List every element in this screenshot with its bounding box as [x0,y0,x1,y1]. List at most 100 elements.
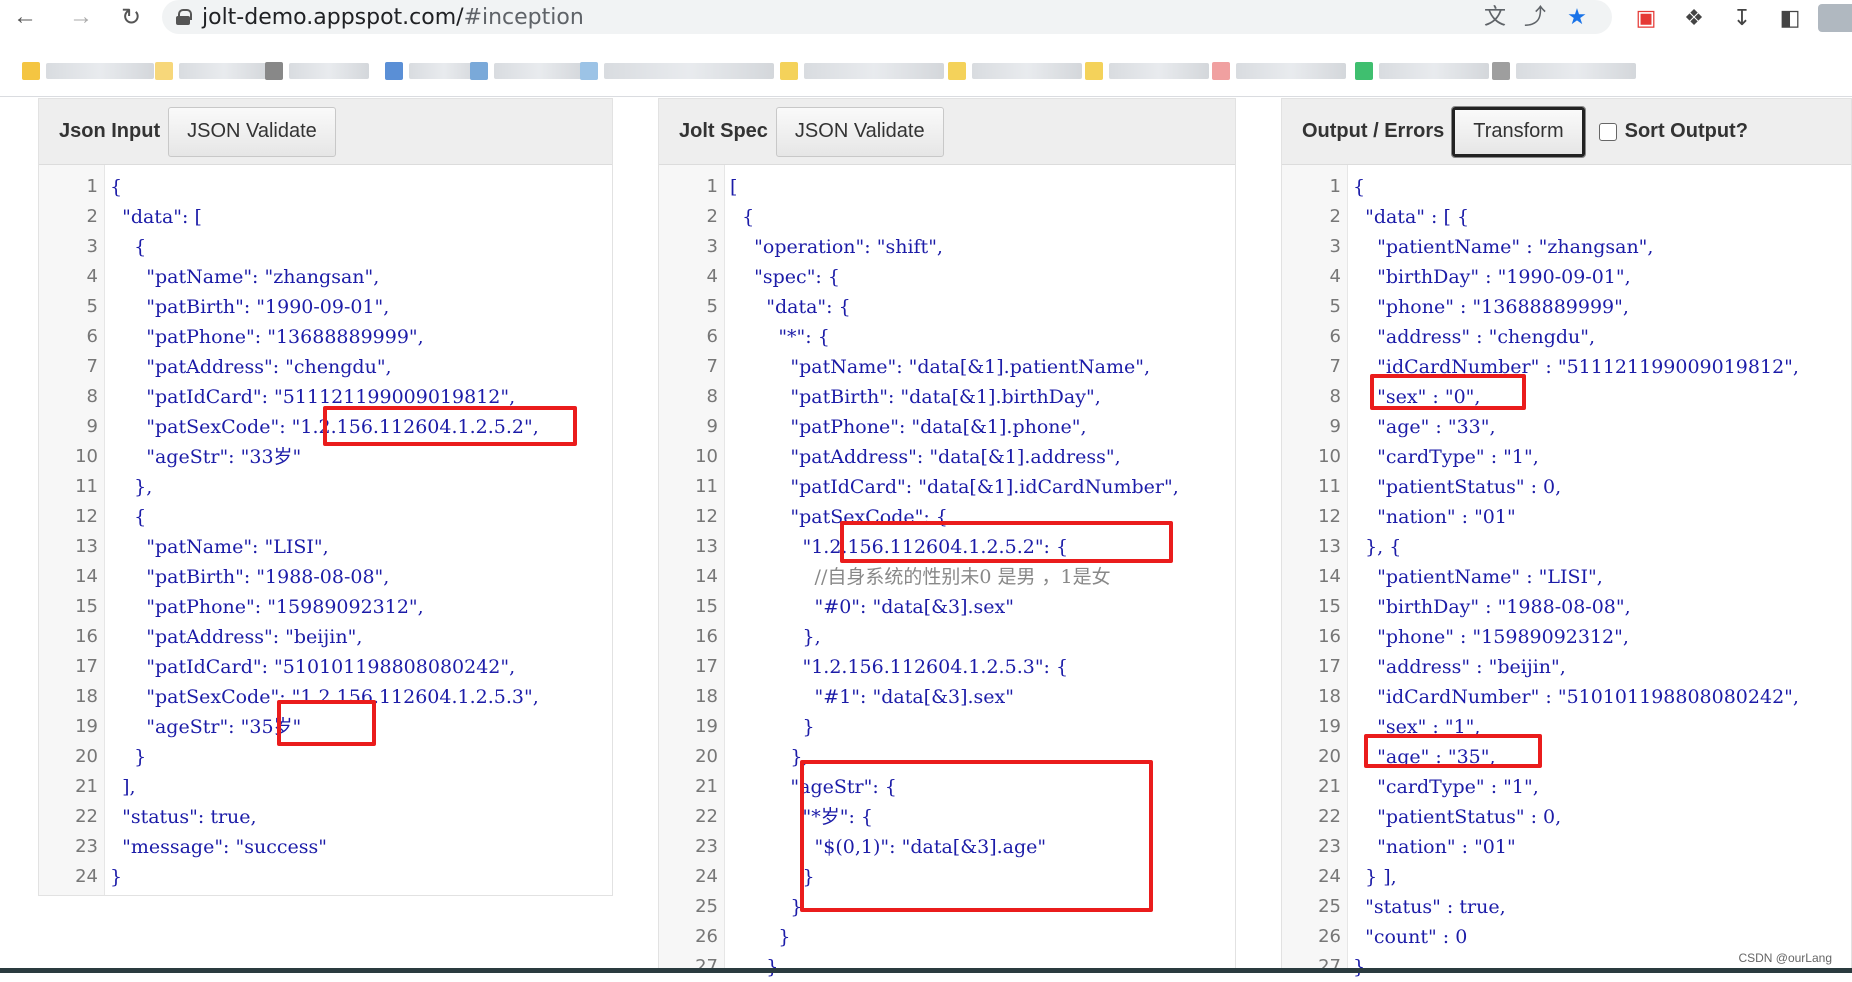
code-line: 2 "data": [ [38,202,613,232]
code-line: 15 "#0": "data[&3].sex" [658,592,1236,622]
code-text: "count" : 0 [1353,922,1467,952]
line-number: 25 [658,892,718,922]
code-text: } [730,952,778,982]
code-line: 20 } [38,742,613,772]
line-number: 10 [1281,442,1341,472]
line-number: 20 [1281,742,1341,772]
code-line: 12 { [38,502,613,532]
line-number: 14 [1281,562,1341,592]
code-text: [ [730,172,737,202]
json-validate-button[interactable]: JSON Validate [168,107,336,157]
code-text: "address" : "chengdu", [1353,322,1595,352]
code-text: //自身系统的性别未0 是男 ，1是女 [730,562,1111,592]
code-text: "data" : [ { [1353,202,1469,232]
code-text: "nation" : "01" [1353,502,1516,532]
bookmark-item[interactable] [780,61,944,81]
bookmark-item[interactable] [1085,61,1209,81]
code-line: 3 "patientName" : "zhangsan", [1281,232,1852,262]
download-icon[interactable]: ↧ [1728,4,1756,32]
bookmark-item[interactable] [1355,61,1489,81]
code-text: } [1353,952,1365,982]
share-icon[interactable]: ⤴ [1522,5,1548,29]
line-number: 4 [658,262,718,292]
profile-avatar[interactable] [1818,4,1852,32]
bookmark-star-icon[interactable]: ★ [1564,5,1590,29]
line-number: 3 [658,232,718,262]
line-number: 20 [38,742,98,772]
puzzle-icon[interactable]: ❖ [1680,4,1708,32]
line-number: 18 [38,682,98,712]
line-number: 9 [38,412,98,442]
site-icon [1355,62,1373,80]
line-number: 19 [38,712,98,742]
line-number: 24 [38,862,98,892]
line-number: 17 [658,652,718,682]
line-number: 17 [38,652,98,682]
bookmark-item[interactable] [1492,61,1636,81]
bookmark-item[interactable] [580,61,774,81]
line-number: 8 [38,382,98,412]
code-text: { [110,232,146,262]
bookmark-item[interactable] [385,61,479,81]
address-bar[interactable]: jolt-demo.appspot.com/#inception 文 ⤴ ★ [162,0,1612,34]
code-line: 7 "patName": "data[&1].patientName", [658,352,1236,382]
line-number: 21 [1281,772,1341,802]
translate-icon[interactable]: 文 [1482,5,1508,29]
code-text: "patientName" : "LISI", [1353,562,1603,592]
line-number: 2 [1281,202,1341,232]
code-line: 27 } [658,952,1236,982]
code-text: ], [110,772,136,802]
code-text: "ageStr": "35岁" [110,712,301,742]
code-line: 11 }, [38,472,613,502]
line-number: 12 [38,502,98,532]
bookmark-item[interactable] [1212,61,1346,81]
line-number: 6 [1281,322,1341,352]
line-number: 10 [658,442,718,472]
code-text: "patBirth": "1990-09-01", [110,292,389,322]
code-line: 2 "data" : [ { [1281,202,1852,232]
bookmark-item[interactable] [265,61,369,81]
highlight-box [1370,374,1526,410]
line-number: 23 [1281,832,1341,862]
line-number: 12 [658,502,718,532]
code-line: 18 "#1": "data[&3].sex" [658,682,1236,712]
code-text: } [110,862,122,892]
code-line: 2 { [658,202,1236,232]
line-number: 18 [1281,682,1341,712]
transform-button[interactable]: Transform [1452,107,1584,157]
folder-icon [155,62,173,80]
line-number: 13 [38,532,98,562]
sidepanel-icon[interactable]: ◧ [1776,4,1804,32]
panel-title: Output / Errors [1302,120,1444,143]
code-line: 13 "patName": "LISI", [38,532,613,562]
line-number: 9 [658,412,718,442]
code-line: 1[ [658,172,1236,202]
line-number: 25 [1281,892,1341,922]
json-validate-button[interactable]: JSON Validate [776,107,944,157]
bookmark-item[interactable] [22,61,154,81]
code-line: 10 "cardType" : "1", [1281,442,1852,472]
bookmark-item[interactable] [948,61,1082,81]
back-arrow-icon[interactable]: ← [6,0,44,34]
code-line: 8 "patBirth": "data[&1].birthDay", [658,382,1236,412]
line-number: 3 [38,232,98,262]
code-text: { [110,502,146,532]
bookmark-item[interactable] [470,61,584,81]
extension-icon[interactable]: ▣ [1632,4,1660,32]
sort-output-checkbox[interactable] [1599,123,1617,141]
reload-icon[interactable]: ↻ [112,0,150,34]
code-text: "age" : "33", [1353,412,1496,442]
forward-arrow-icon[interactable]: → [62,0,100,34]
line-number: 15 [38,592,98,622]
line-number: 26 [658,922,718,952]
bookmark-item[interactable] [155,61,269,81]
code-text: "nation" : "01" [1353,832,1516,862]
code-line: 21 ], [38,772,613,802]
code-line: 26 "count" : 0 [1281,922,1852,952]
code-text: }, [730,622,821,652]
code-text: }, [730,742,809,772]
line-number: 12 [1281,502,1341,532]
code-line: 15 "birthDay" : "1988-08-08", [1281,592,1852,622]
code-line: 1{ [38,172,613,202]
line-number: 6 [658,322,718,352]
